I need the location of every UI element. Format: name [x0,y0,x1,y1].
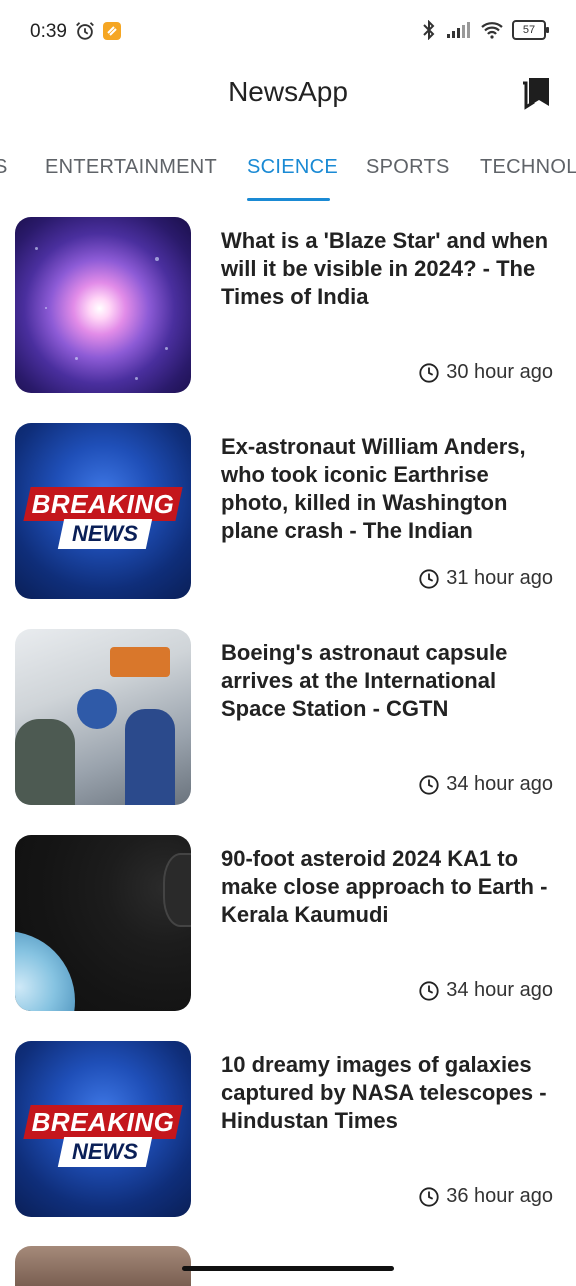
article-time: 36 hour ago [418,1185,553,1208]
news-item[interactable]: What is a 'Blaze Star' and when will it … [0,217,576,397]
home-indicator[interactable] [182,1266,394,1271]
news-banner: NEWS [57,1137,153,1167]
article-time: 34 hour ago [418,979,553,1002]
alarm-icon [76,22,94,40]
breaking-text: BREAKING [31,489,175,519]
tab-entertainment[interactable]: ENTERTAINMENT [45,156,217,179]
article-headline: Ex-astronaut William Anders, who took ic… [221,434,526,543]
article-headline: 10 dreamy images of galaxies captured by… [221,1052,547,1133]
breaking-text: BREAKING [31,1107,175,1137]
article-thumbnail [15,217,191,393]
tab-business[interactable]: S [0,156,8,179]
article-thumbnail [15,629,191,805]
breaking-banner: BREAKING [23,487,183,521]
article-time: 34 hour ago [418,773,553,796]
article-headline: Boeing's astronaut capsule arrives at th… [221,640,508,721]
next-article-thumbnail[interactable] [15,1246,191,1286]
news-item[interactable]: 90-foot asteroid 2024 KA1 to make close … [0,835,576,1015]
news-item[interactable]: Boeing's astronaut capsule arrives at th… [0,629,576,809]
article-headline: 90-foot asteroid 2024 KA1 to make close … [221,846,548,927]
signal-icon [447,22,470,38]
article-thumbnail: BREAKING NEWS [15,423,191,599]
news-text: NEWS [72,1139,138,1164]
clock-icon [419,568,439,589]
news-text: NEWS [72,521,138,546]
battery-indicator: 57 [512,20,549,40]
tab-science[interactable]: SCIENCE [247,156,338,179]
bookmark-icon [523,78,549,110]
article-time-label: 31 hour ago [446,567,553,589]
app-notification-icon [103,22,121,40]
status-time: 0:39 [30,21,67,42]
active-tab-indicator [247,198,330,201]
news-item[interactable]: BREAKING NEWS Ex-astronaut William Ander… [0,423,576,603]
article-time-label: 30 hour ago [446,361,553,383]
article-time-label: 34 hour ago [446,773,553,795]
article-headline: What is a 'Blaze Star' and when will it … [221,228,549,309]
article-thumbnail: BREAKING NEWS [15,1041,191,1217]
tab-technology[interactable]: TECHNOLO [480,156,576,179]
bluetooth-icon [423,20,435,40]
article-time-label: 36 hour ago [446,1185,553,1207]
article-time: 30 hour ago [418,361,553,384]
article-thumbnail [15,835,191,1011]
article-time-label: 34 hour ago [446,979,553,1001]
breaking-banner: BREAKING [23,1105,183,1139]
app-title: NewsApp [228,76,348,107]
clock-icon [419,362,439,383]
news-banner: NEWS [57,519,153,549]
article-time: 31 hour ago [418,567,553,590]
clock-icon [419,980,439,1001]
wifi-icon [481,22,503,39]
clock-icon [419,1186,439,1207]
bookmarks-button[interactable] [518,74,554,110]
clock-icon [419,774,439,795]
app-bar: NewsApp [0,64,576,124]
status-bar: 0:39 57 [0,0,576,64]
news-item[interactable]: BREAKING NEWS 10 dreamy images of galaxi… [0,1041,576,1221]
category-tabs: S ENTERTAINMENT SCIENCE SPORTS TECHNOLO [0,140,576,204]
tab-sports[interactable]: SPORTS [366,156,450,179]
